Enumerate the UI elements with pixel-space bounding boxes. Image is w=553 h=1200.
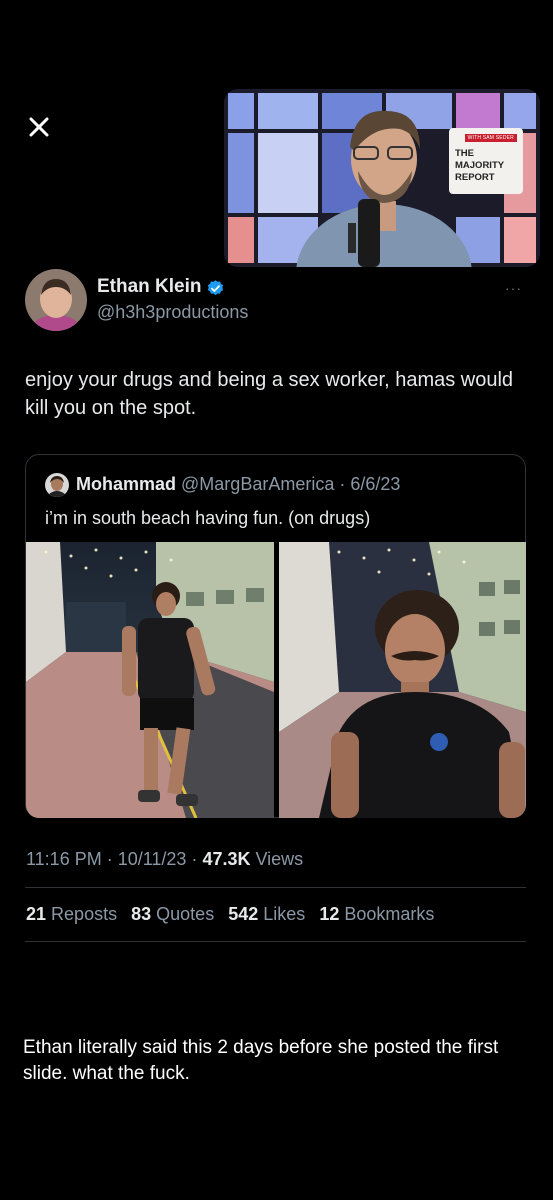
views-count: 47.3K [202, 849, 251, 869]
quoted-tweet-text: i’m in south beach having fun. (on drugs… [45, 508, 371, 528]
quoted-photo-2[interactable] [279, 542, 526, 818]
tweet-timestamp[interactable]: 11:16 PM · 10/11/23 · 47.3K Views [26, 849, 303, 870]
quotes-stat[interactable]: 83 Quotes [131, 904, 214, 924]
tweet-text: enjoy your drugs and being a sex worker,… [25, 369, 514, 419]
more-options-icon[interactable]: ··· [505, 280, 522, 296]
engagement-stats: 21 Reposts 83 Quotes 542 Likes 12 Bookma… [26, 904, 443, 925]
bookmarks-stat[interactable]: 12 Bookmarks [319, 904, 434, 924]
author-display-name[interactable]: Ethan Klein [97, 276, 202, 298]
quoted-photo-1[interactable] [26, 542, 274, 818]
quoted-author-name[interactable]: Mohammad [76, 474, 176, 494]
views-label: Views [250, 849, 304, 869]
quoted-author-avatar[interactable] [45, 473, 69, 497]
timestamp-text: 11:16 PM · 10/11/23 · [26, 849, 203, 869]
majority-report-sign: WITH SAM SEDER THE MAJORITY REPORT [449, 128, 523, 194]
story-caption: Ethan literally said this 2 days before … [23, 1037, 499, 1084]
author-handle[interactable]: @h3h3productions [97, 302, 248, 323]
likes-stat[interactable]: 542 Likes [228, 904, 305, 924]
close-icon[interactable] [22, 110, 56, 144]
divider [25, 941, 526, 942]
verified-badge-icon [207, 280, 224, 296]
divider [25, 887, 526, 888]
author-avatar[interactable] [25, 269, 87, 331]
quoted-tweet-header: Mohammad @MargBarAmerica · 6/6/23 [76, 474, 400, 495]
reposts-stat[interactable]: 21 Reposts [26, 904, 117, 924]
quoted-author-meta: @MargBarAmerica · 6/6/23 [181, 474, 401, 494]
